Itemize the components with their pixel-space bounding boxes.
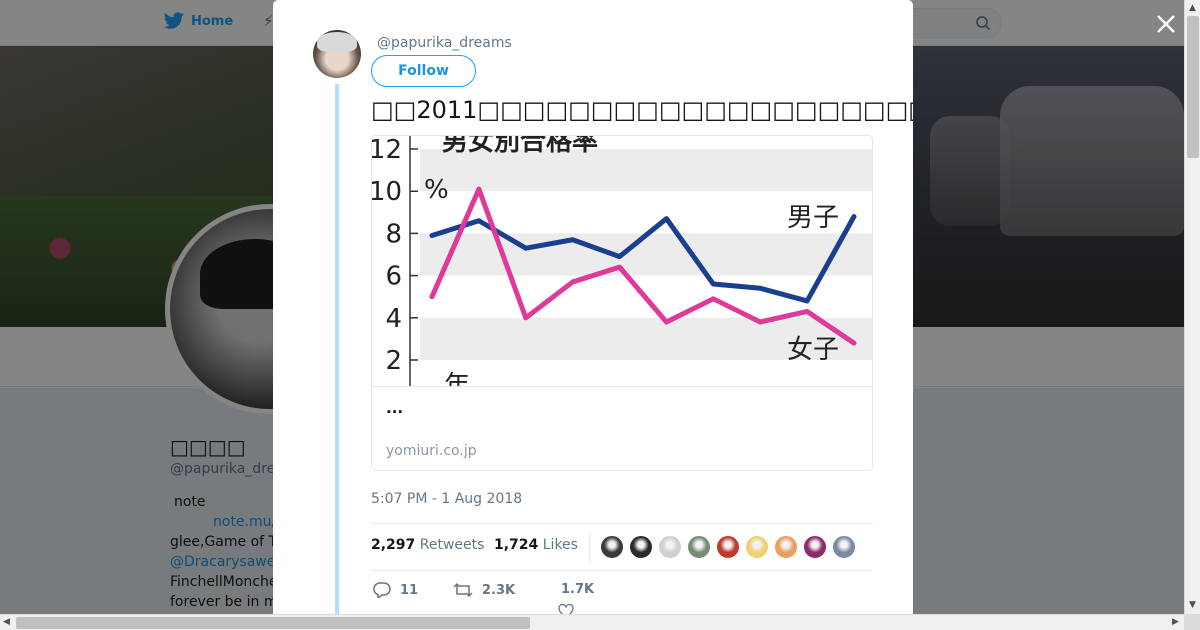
data-point [805, 309, 809, 313]
tweet-timestamp[interactable]: 5:07 PM - 1 Aug 2018 [371, 491, 522, 507]
retweets-label: Retweets [419, 537, 485, 553]
horizontal-scrollbar[interactable]: ◀ ▶ [0, 614, 1184, 630]
liker-avatar[interactable] [600, 535, 624, 559]
data-point [852, 215, 856, 219]
data-point [805, 299, 809, 303]
tweet-text: □□2011□□□□□□□□□□□□□□□□□□□□□□□□□□□□□□□□□□… [371, 96, 913, 124]
likes-label: Likes [542, 537, 578, 553]
data-point [524, 316, 528, 320]
scroll-up-arrow-icon[interactable]: ▲ [1189, 3, 1196, 13]
data-point [618, 265, 622, 269]
like-button[interactable]: 1.7K [561, 582, 594, 597]
x-axis-label: 年 [444, 371, 470, 386]
like-count: 1.7K [561, 582, 595, 597]
data-point [430, 295, 434, 299]
scroll-right-arrow-icon[interactable]: ▶ [1172, 617, 1179, 627]
data-point [711, 297, 715, 301]
liker-avatar[interactable] [832, 535, 856, 559]
data-point [571, 238, 575, 242]
data-point [571, 280, 575, 284]
data-point [477, 219, 481, 223]
likers-avatars [600, 535, 856, 559]
data-point [618, 255, 622, 259]
horizontal-scroll-thumb[interactable] [16, 617, 530, 629]
tweet-author-avatar[interactable] [313, 30, 361, 78]
y-axis-unit: % [424, 175, 449, 205]
vertical-scrollbar[interactable]: ▲ ▼ [1184, 0, 1200, 614]
liker-avatar[interactable] [716, 535, 740, 559]
scroll-down-arrow-icon[interactable]: ▼ [1189, 600, 1196, 610]
chart-band [420, 233, 872, 276]
y-tick-label: 10 [372, 177, 402, 207]
close-icon [1157, 15, 1175, 33]
card-chart-image: 2 4 6 8 10 12 男女別合格率% 年 男子女子 [372, 136, 872, 401]
liker-avatar[interactable] [629, 535, 653, 559]
retweet-button[interactable]: 2.3K [453, 582, 515, 598]
heart-icon [558, 604, 574, 614]
y-tick-label: 12 [372, 136, 402, 165]
scrollbar-corner [1184, 614, 1200, 630]
y-tick-label: 2 [385, 346, 402, 376]
data-point [477, 187, 481, 191]
series-label: 女子 [787, 335, 839, 365]
card-domain: yomiuri.co.jp [386, 443, 477, 459]
liker-avatar[interactable] [658, 535, 682, 559]
chart-title: 男女別合格率 [442, 136, 598, 157]
follow-button[interactable]: Follow [371, 55, 476, 87]
liker-avatar[interactable] [745, 535, 769, 559]
data-point [711, 282, 715, 286]
liker-avatar[interactable] [803, 535, 827, 559]
line-chart: 2 4 6 8 10 12 男女別合格率% 年 男子女子 [372, 136, 872, 401]
y-tick-label: 6 [385, 262, 402, 292]
retweets-count: 2,297 [371, 537, 416, 553]
data-point [524, 246, 528, 250]
data-point [758, 320, 762, 324]
tweet-modal: @papurika_dreams Follow □□2011□□□□□□□□□□… [273, 0, 913, 614]
scroll-left-arrow-icon[interactable]: ◀ [3, 617, 10, 627]
reply-count: 11 [400, 582, 419, 598]
liker-avatar[interactable] [774, 535, 798, 559]
tweet-author-handle[interactable]: @papurika_dreams [377, 35, 512, 51]
vertical-scroll-thumb[interactable] [1187, 16, 1199, 158]
link-card[interactable]: 2 4 6 8 10 12 男女別合格率% 年 男子女子 ... yomiuri.co.jp [371, 135, 873, 471]
likes-stat[interactable]: 1,724 Likes [494, 537, 578, 553]
y-tick-label: 4 [385, 304, 402, 334]
retweet-count: 2.3K [482, 582, 516, 598]
retweets-stat[interactable]: 2,297 Retweets [371, 537, 484, 553]
liker-avatar[interactable] [687, 535, 711, 559]
likes-count: 1,724 [494, 537, 539, 553]
data-point [852, 341, 856, 345]
tweet-stats: 2,297 Retweets 1,724 Likes [371, 523, 873, 571]
card-description: ... [386, 399, 404, 417]
thread-line [335, 84, 339, 614]
tweet-actions: 11 2.3K 1.7K [371, 582, 873, 614]
data-point [758, 286, 762, 290]
retweet-icon [453, 582, 473, 598]
reply-icon [373, 582, 391, 598]
close-modal-button[interactable] [1152, 10, 1180, 38]
data-point [664, 320, 668, 324]
reply-button[interactable]: 11 [373, 582, 418, 598]
y-tick-label: 8 [385, 219, 402, 249]
card-body: ... yomiuri.co.jp [372, 386, 872, 470]
data-point [430, 234, 434, 238]
data-point [664, 217, 668, 221]
series-label: 男子 [787, 203, 839, 233]
